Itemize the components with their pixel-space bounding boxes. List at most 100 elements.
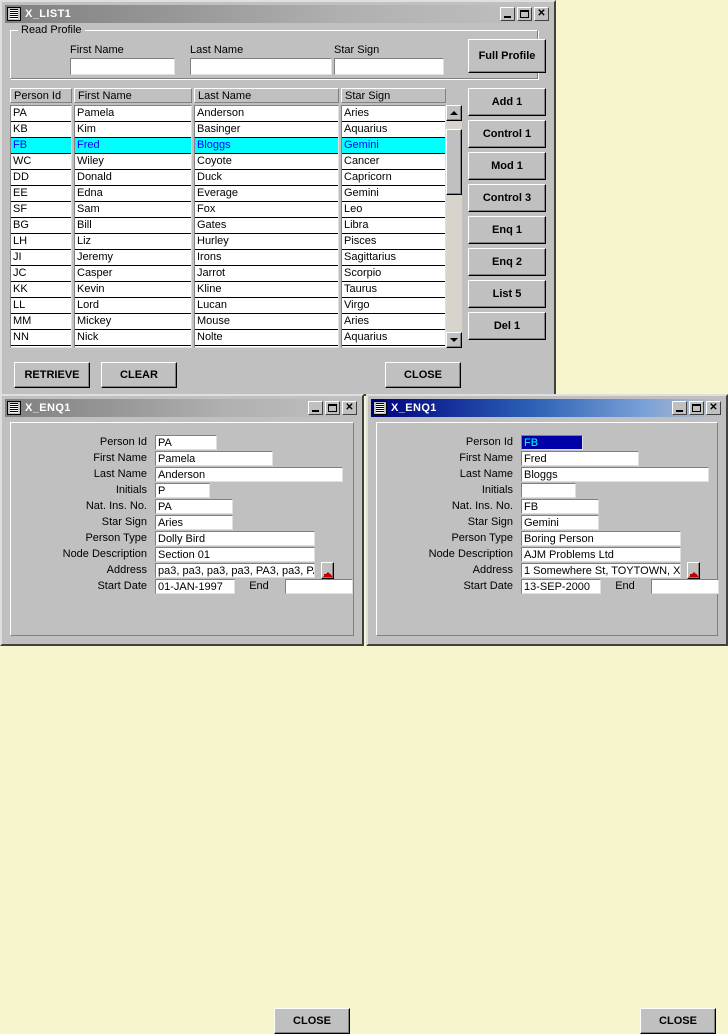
list-close-button[interactable]: CLOSE xyxy=(385,362,461,388)
table-cell[interactable]: Liz xyxy=(75,234,191,250)
enq-right-close-button[interactable]: CLOSE xyxy=(640,1008,716,1034)
table-cell[interactable]: Leo xyxy=(342,202,445,218)
table-cell[interactable]: Kim xyxy=(75,122,191,138)
table-cell[interactable]: LH xyxy=(11,234,71,250)
scrollbar-track[interactable] xyxy=(446,121,462,332)
table-cell[interactable]: Fred xyxy=(75,138,191,154)
star-sign-search-input[interactable] xyxy=(334,58,444,75)
table-cell[interactable]: Bill xyxy=(75,218,191,234)
table-cell[interactable]: WC xyxy=(11,154,71,170)
field-input-start-date[interactable]: 01-JAN-1997 xyxy=(155,579,235,594)
scrollbar-thumb[interactable] xyxy=(446,129,462,195)
table-cell[interactable]: Donald xyxy=(75,170,191,186)
minimize-icon[interactable] xyxy=(308,401,323,415)
field-input-person-type[interactable]: Boring Person xyxy=(521,531,681,546)
field-input-person-type[interactable]: Dolly Bird xyxy=(155,531,315,546)
enq-left-close-button[interactable]: CLOSE xyxy=(274,1008,350,1034)
table-cell[interactable]: Mouse xyxy=(195,314,338,330)
side-button-list-5[interactable]: List 5 xyxy=(468,280,546,308)
field-input-first-name[interactable]: Fred xyxy=(521,451,639,466)
table-cell[interactable]: PA xyxy=(11,106,71,122)
table-cell[interactable]: Aries xyxy=(342,106,445,122)
table-cell[interactable]: Cancer xyxy=(342,154,445,170)
table-cell[interactable]: Jarrot xyxy=(195,266,338,282)
scroll-up-icon[interactable] xyxy=(446,105,462,121)
table-cell[interactable]: Mickey xyxy=(75,314,191,330)
table-cell[interactable]: SF xyxy=(11,202,71,218)
side-button-control-1[interactable]: Control 1 xyxy=(468,120,546,148)
address-expand-icon[interactable] xyxy=(321,562,334,579)
table-cell[interactable]: Lord xyxy=(75,298,191,314)
field-input-nat-ins-no[interactable]: FB xyxy=(521,499,599,514)
side-button-control-3[interactable]: Control 3 xyxy=(468,184,546,212)
table-cell[interactable]: KB xyxy=(11,122,71,138)
table-cell[interactable]: KK xyxy=(11,282,71,298)
table-cell[interactable]: Nolte xyxy=(195,330,338,346)
field-input-address[interactable]: pa3, pa3, pa3, pa3, PA3, pa3, PA3 xyxy=(155,563,315,578)
table-cell[interactable]: Irons xyxy=(195,250,338,266)
table-cell[interactable]: BG xyxy=(11,218,71,234)
field-input-last-name[interactable]: Bloggs xyxy=(521,467,709,482)
table-cell[interactable]: JC xyxy=(11,266,71,282)
field-input-node-description[interactable]: Section 01 xyxy=(155,547,315,562)
minimize-icon[interactable] xyxy=(672,401,687,415)
column-cells-first-name[interactable]: PamelaKimFredWileyDonaldEdnaSamBillLizJe… xyxy=(74,105,192,348)
table-cell[interactable]: Libra xyxy=(342,218,445,234)
table-cell[interactable]: Pamela xyxy=(75,106,191,122)
field-input-node-description[interactable]: AJM Problems Ltd xyxy=(521,547,681,562)
column-cells-person-id[interactable]: PAKBFBWCDDEESFBGLHJIJCKKLLMMNN xyxy=(10,105,72,348)
table-cell[interactable]: Bloggs xyxy=(195,138,338,154)
side-button-enq-1[interactable]: Enq 1 xyxy=(468,216,546,244)
table-cell[interactable]: Basinger xyxy=(195,122,338,138)
table-cell[interactable]: Coyote xyxy=(195,154,338,170)
field-input-start-date[interactable]: 13-SEP-2000 xyxy=(521,579,601,594)
column-header-star-sign[interactable]: Star Sign xyxy=(341,88,446,103)
table-cell[interactable]: DD xyxy=(11,170,71,186)
table-cell[interactable]: Taurus xyxy=(342,282,445,298)
system-menu-icon[interactable] xyxy=(7,401,21,415)
table-cell[interactable]: Kevin xyxy=(75,282,191,298)
table-cell[interactable]: Sam xyxy=(75,202,191,218)
field-input-person-id[interactable]: PA xyxy=(155,435,217,450)
field-input-last-name[interactable]: Anderson xyxy=(155,467,343,482)
table-cell[interactable]: Aries xyxy=(342,314,445,330)
address-expand-icon[interactable] xyxy=(687,562,700,579)
table-vertical-scrollbar[interactable] xyxy=(446,105,462,348)
close-icon[interactable]: ✕ xyxy=(706,401,721,415)
table-cell[interactable]: Anderson xyxy=(195,106,338,122)
table-cell[interactable]: Nick xyxy=(75,330,191,346)
table-cell[interactable]: Edna xyxy=(75,186,191,202)
table-cell[interactable]: EE xyxy=(11,186,71,202)
table-cell[interactable]: Sagittarius xyxy=(342,250,445,266)
end-date-input[interactable] xyxy=(285,579,353,594)
field-input-initials[interactable]: P xyxy=(155,483,210,498)
table-cell[interactable]: NN xyxy=(11,330,71,346)
field-input-first-name[interactable]: Pamela xyxy=(155,451,273,466)
table-cell[interactable]: Gemini xyxy=(342,138,445,154)
side-button-del-1[interactable]: Del 1 xyxy=(468,312,546,340)
table-cell[interactable]: Virgo xyxy=(342,298,445,314)
last-name-search-input[interactable] xyxy=(190,58,332,75)
table-cell[interactable]: Kline xyxy=(195,282,338,298)
field-input-nat-ins-no[interactable]: PA xyxy=(155,499,233,514)
table-cell[interactable]: FB xyxy=(11,138,71,154)
column-header-person-id[interactable]: Person Id xyxy=(10,88,72,103)
table-cell[interactable]: Fox xyxy=(195,202,338,218)
titlebar-x-enq1-right[interactable]: X_ENQ1 ✕ xyxy=(371,399,723,417)
minimize-icon[interactable] xyxy=(500,7,515,21)
table-cell[interactable]: Aquarius xyxy=(342,122,445,138)
field-input-person-id[interactable]: FB xyxy=(521,435,583,450)
maximize-icon[interactable] xyxy=(517,7,532,21)
table-cell[interactable]: Aquarius xyxy=(342,330,445,346)
side-button-add-1[interactable]: Add 1 xyxy=(468,88,546,116)
table-cell[interactable]: Casper xyxy=(75,266,191,282)
field-input-initials[interactable] xyxy=(521,483,576,498)
table-cell[interactable]: Capricorn xyxy=(342,170,445,186)
system-menu-icon[interactable] xyxy=(7,7,21,21)
clear-button[interactable]: CLEAR xyxy=(101,362,177,388)
table-cell[interactable]: Hurley xyxy=(195,234,338,250)
titlebar-x-list1[interactable]: X_LIST1 ✕ xyxy=(5,5,551,23)
column-cells-last-name[interactable]: AndersonBasingerBloggsCoyoteDuckEverageF… xyxy=(194,105,339,348)
maximize-icon[interactable] xyxy=(689,401,704,415)
side-button-mod-1[interactable]: Mod 1 xyxy=(468,152,546,180)
